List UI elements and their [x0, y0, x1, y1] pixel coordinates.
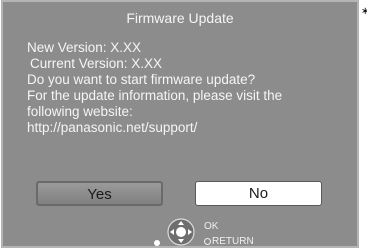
footnote-marker: ∗2 — [361, 6, 367, 17]
remote-hint: OK RETURN — [153, 214, 273, 247]
current-version-text: Current Version: X.XX — [30, 56, 163, 71]
remote-dpad-icon — [154, 218, 195, 246]
support-url-text: http://panasonic.net/support/ — [27, 120, 198, 135]
no-button[interactable]: No — [195, 181, 322, 206]
ok-hint-label: OK — [204, 221, 219, 232]
dialog-message: New Version: X.XX Current Version: X.XX … — [27, 40, 282, 136]
firmware-update-dialog: Firmware Update New Version: X.XX Curren… — [1, 0, 359, 248]
return-hint: RETURN — [204, 236, 254, 247]
new-version-text: New Version: X.XX — [27, 40, 142, 55]
page: Firmware Update New Version: X.XX Curren… — [0, 0, 367, 248]
return-circle-icon — [204, 238, 211, 245]
yes-button[interactable]: Yes — [36, 181, 163, 206]
question-text: Do you want to start firmware update? — [27, 72, 256, 87]
dialog-title: Firmware Update — [126, 10, 234, 26]
info-text-line-1: For the update information, please visit… — [27, 88, 283, 103]
return-hint-label: RETURN — [212, 236, 254, 247]
info-text-line-2: following website: — [27, 104, 133, 119]
